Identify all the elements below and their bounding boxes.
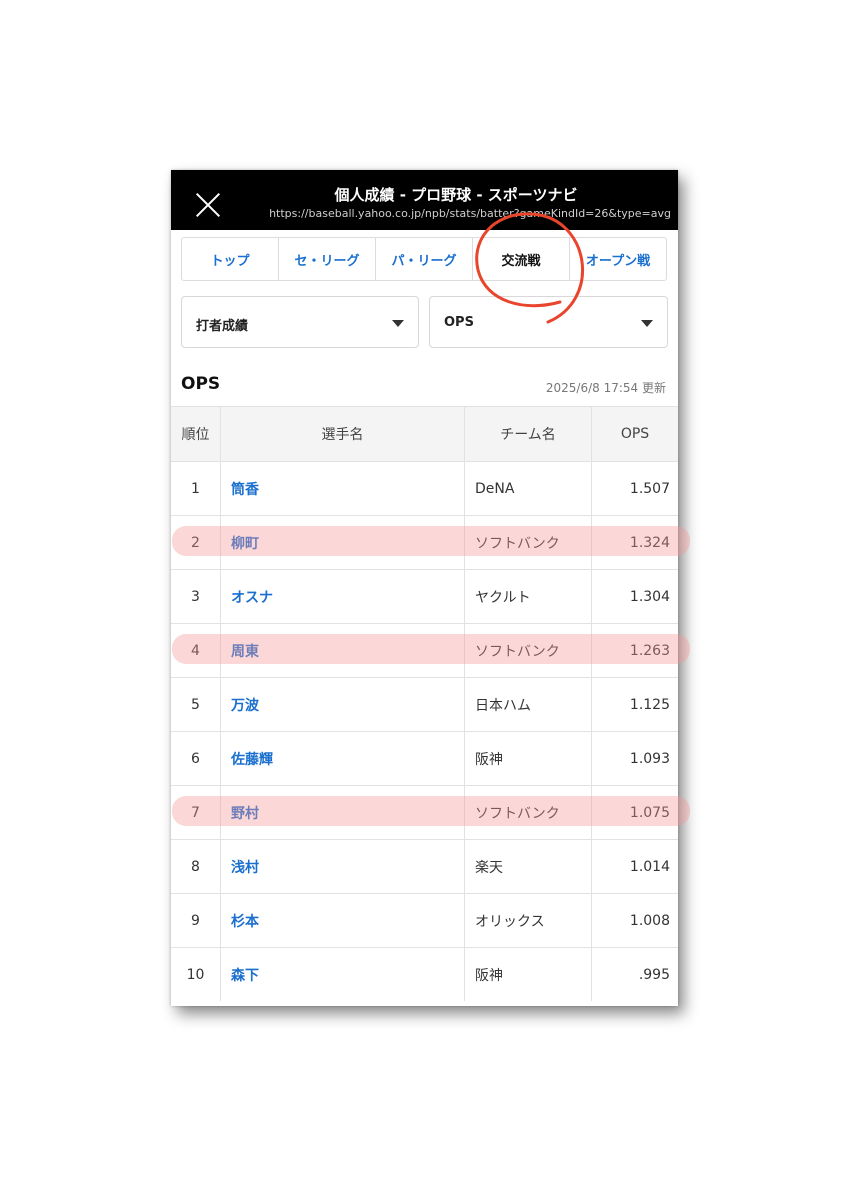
player-name-link[interactable]: 森下 [221, 948, 465, 1001]
table-row: 10 森下 阪神 .995 [171, 947, 678, 1001]
ops-cell: 1.014 [629, 858, 670, 875]
rank-cell: 7 [171, 786, 221, 839]
team-cell: ソフトバンク [465, 786, 592, 839]
player-name-link[interactable]: 筒香 [221, 462, 465, 515]
stat-select[interactable]: OPS [429, 296, 668, 348]
browser-screenshot-card: 個人成績 - プロ野球 - スポーツナビ https://baseball.ya… [171, 170, 678, 1006]
player-name-link[interactable]: 野村 [221, 786, 465, 839]
header-name: 選手名 [221, 407, 465, 461]
table-row: 1 筒香 DeNA 1.507 [171, 461, 678, 515]
rank-cell: 9 [171, 894, 221, 947]
tab-open-games[interactable]: オープン戦 [570, 238, 666, 280]
updated-timestamp: 2025/6/8 17:54 更新 [545, 381, 666, 395]
tab-central-league[interactable]: セ・リーグ [279, 238, 376, 280]
rank-cell: 2 [171, 516, 221, 569]
rank-cell: 4 [171, 624, 221, 677]
player-name-link[interactable]: オスナ [221, 570, 465, 623]
filter-selects: 打者成績 OPS [181, 296, 668, 348]
ops-cell: 1.507 [629, 480, 670, 497]
table-row: 8 浅村 楽天 1.014 [171, 839, 678, 893]
ops-cell: 1.263 [629, 642, 670, 659]
ops-cell: 1.093 [629, 750, 670, 767]
rank-cell: 3 [171, 570, 221, 623]
rank-cell: 8 [171, 840, 221, 893]
team-cell: ヤクルト [465, 570, 592, 623]
category-select[interactable]: 打者成績 [181, 296, 419, 348]
header-rank: 順位 [171, 407, 221, 461]
ops-cell: 1.304 [629, 588, 670, 605]
team-cell: 阪神 [465, 732, 592, 785]
caret-down-icon [392, 320, 404, 327]
tab-interleague[interactable]: 交流戦 [473, 238, 570, 280]
header-team: チーム名 [465, 407, 592, 461]
table-row: 2 柳町 ソフトバンク 1.324 [171, 515, 678, 569]
team-cell: 楽天 [465, 840, 592, 893]
table-header-row: 順位 選手名 チーム名 OPS [171, 406, 678, 461]
rank-cell: 10 [171, 948, 221, 1001]
table-row: 6 佐藤輝 阪神 1.093 [171, 731, 678, 785]
team-cell: 阪神 [465, 948, 592, 1001]
ops-cell: .995 [638, 966, 670, 983]
player-name-link[interactable]: 周東 [221, 624, 465, 677]
table-row: 5 万波 日本ハム 1.125 [171, 677, 678, 731]
table-row: 4 周東 ソフトバンク 1.263 [171, 623, 678, 677]
team-cell: DeNA [465, 462, 592, 515]
ops-cell: 1.324 [629, 534, 670, 551]
player-name-link[interactable]: 佐藤輝 [221, 732, 465, 785]
team-cell: オリックス [465, 894, 592, 947]
rank-cell: 5 [171, 678, 221, 731]
stat-select-value: OPS [444, 315, 474, 330]
team-cell: ソフトバンク [465, 516, 592, 569]
page-url: https://baseball.yahoo.co.jp/npb/stats/b… [269, 207, 671, 220]
ops-cell: 1.075 [629, 804, 670, 821]
tab-top[interactable]: トップ [182, 238, 279, 280]
caret-down-icon [641, 320, 653, 327]
table-row: 3 オスナ ヤクルト 1.304 [171, 569, 678, 623]
stats-table: 順位 選手名 チーム名 OPS 1 筒香 DeNA 1.507 2 柳町 ソフトバンク 1.3… [171, 406, 678, 1001]
ops-cell: 1.125 [629, 696, 670, 713]
team-cell: ソフトバンク [465, 624, 592, 677]
category-select-value: 打者成績 [196, 319, 249, 334]
player-name-link[interactable]: 杉本 [221, 894, 465, 947]
rank-cell: 6 [171, 732, 221, 785]
player-name-link[interactable]: 万波 [221, 678, 465, 731]
rank-cell: 1 [171, 462, 221, 515]
player-name-link[interactable]: 浅村 [221, 840, 465, 893]
page-title: 個人成績 - プロ野球 - スポーツナビ [334, 186, 578, 204]
ops-cell: 1.008 [629, 912, 670, 929]
table-row: 9 杉本 オリックス 1.008 [171, 893, 678, 947]
table-row: 7 野村 ソフトバンク 1.075 [171, 785, 678, 839]
header-ops: OPS [620, 426, 650, 442]
close-icon[interactable] [191, 188, 225, 222]
section-title: OPS [181, 374, 221, 394]
team-cell: 日本ハム [465, 678, 592, 731]
player-name-link[interactable]: 柳町 [221, 516, 465, 569]
browser-header: 個人成績 - プロ野球 - スポーツナビ https://baseball.ya… [171, 170, 678, 230]
league-tabs: トップ セ・リーグ パ・リーグ 交流戦 オープン戦 [181, 237, 667, 281]
tab-pacific-league[interactable]: パ・リーグ [376, 238, 473, 280]
